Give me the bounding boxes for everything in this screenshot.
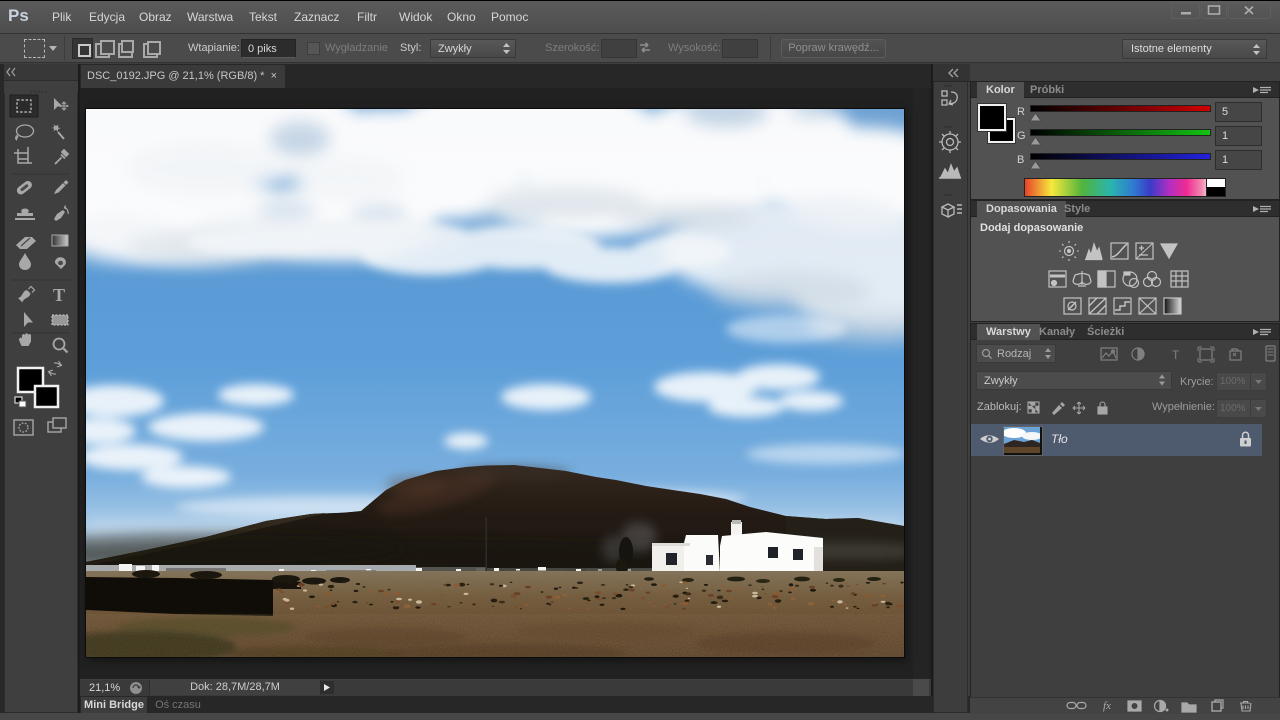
svg-text:Rodzaj: Rodzaj — [997, 348, 1031, 360]
svg-text:▪▪▪: ▪▪▪ — [944, 124, 952, 131]
svg-text:▪▪▪: ▪▪▪ — [944, 83, 952, 90]
svg-text:T: T — [53, 285, 65, 305]
svg-text:fx: fx — [1103, 700, 1111, 712]
svg-text:T: T — [1172, 348, 1180, 362]
svg-text:Zwykły: Zwykły — [984, 375, 1018, 387]
svg-text:▪▪▪: ▪▪▪ — [944, 192, 952, 199]
